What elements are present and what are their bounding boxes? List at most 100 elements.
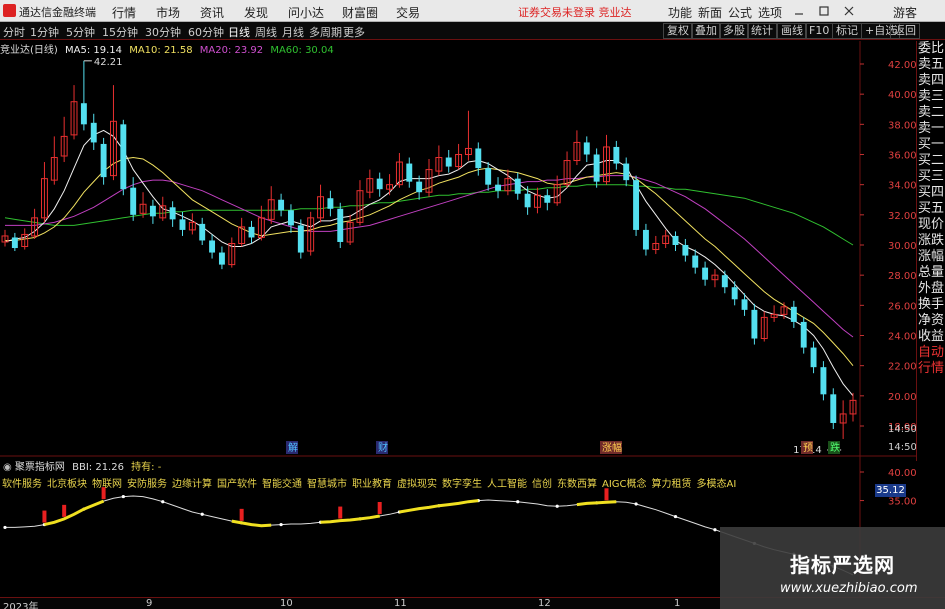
side-panel-item[interactable]: 委比 <box>917 41 945 57</box>
concept-tag[interactable]: 边缘计算 <box>172 479 212 490</box>
indicator-title[interactable]: 聚票指标网 <box>15 462 65 473</box>
side-panel-item[interactable]: 买一 <box>917 137 945 153</box>
watermark-title: 指标严选网 <box>790 553 895 577</box>
side-panel-item[interactable]: 卖二 <box>917 105 945 121</box>
concept-tag[interactable]: 虚拟现实 <box>397 479 437 490</box>
side-panel-item[interactable]: 现价 <box>917 217 945 233</box>
event-marker: 解 <box>288 441 298 454</box>
bbi-up-segment <box>320 514 380 524</box>
candle-body <box>692 255 699 268</box>
side-panel-item[interactable]: 外盘 <box>917 281 945 297</box>
concept-tag[interactable]: 北京板块 <box>47 479 87 490</box>
date-label: 10 <box>280 598 293 609</box>
price-tick-label: 26.00 <box>888 301 917 312</box>
candle-body <box>90 122 97 143</box>
candle-body <box>593 154 600 182</box>
bbi-current-badge: 35.12 <box>875 484 906 497</box>
concept-tag[interactable]: 国产软件 <box>217 479 257 490</box>
price-tick-label: 34.00 <box>888 181 917 192</box>
concept-tag[interactable]: 东数西算 <box>557 479 597 490</box>
price-tick-label: 40.00 <box>888 90 917 101</box>
candle-body <box>416 181 423 193</box>
side-panel-item[interactable]: 买五 <box>917 201 945 217</box>
candle-body <box>721 275 728 288</box>
candle-body <box>218 252 225 265</box>
hold-status: 持有: - <box>131 462 162 473</box>
candle-body <box>544 195 551 203</box>
bbi-up-segment <box>44 499 105 527</box>
bbi-dot <box>555 504 559 508</box>
candle-body <box>149 205 156 217</box>
side-panel-item[interactable]: 涨跌 <box>917 233 945 249</box>
quote-side-panel: 委比 卖五 卖四 卖三 卖二 卖一 买一 买二 买三 买四 买五 现价 涨跌 涨幅 总量 外盘 换手 净资 收益 自动… <box>916 41 945 461</box>
candle-body <box>731 287 738 300</box>
candle-body <box>485 168 492 185</box>
candle-body <box>702 267 709 280</box>
candle-body <box>810 347 817 368</box>
side-panel-item[interactable]: 换手 <box>917 297 945 313</box>
date-label: 1 <box>674 598 681 609</box>
concept-tag[interactable]: 数字孪生 <box>442 479 482 490</box>
price-tick-label: 30.00 <box>888 241 917 252</box>
candle-body <box>623 163 630 181</box>
event-marker: 财 <box>378 441 388 454</box>
side-panel-item[interactable]: 收益 <box>917 329 945 345</box>
high-price-label: 42.21 <box>94 57 123 68</box>
side-panel-item[interactable]: 卖三 <box>917 89 945 105</box>
candle-body <box>751 309 758 339</box>
price-tick-label: 38.00 <box>888 120 917 131</box>
buy-signal-bar <box>338 506 343 519</box>
concept-tag[interactable]: 信创 <box>532 479 552 490</box>
concept-tags: 软件服务 北京板块 物联网 安防服务 边缘计算 国产软件 智能交通 智慧城市 职业教育 虚拟现实数… <box>2 475 741 490</box>
side-panel-item[interactable]: 卖四 <box>917 73 945 89</box>
candle-body <box>633 180 640 230</box>
candle-body <box>169 207 176 220</box>
buy-signal-bar <box>42 510 47 523</box>
side-panel-item[interactable]: 卖一 <box>917 121 945 137</box>
candle-body <box>130 187 137 215</box>
concept-tag[interactable]: 人工智能 <box>487 479 527 490</box>
bbi-dot <box>279 522 283 527</box>
indicator-header: ◉ 聚票指标网 BBI: 21.26 持有: - <box>0 458 945 473</box>
candle-body <box>376 178 383 190</box>
candle-body <box>642 229 649 250</box>
price-tick-label: 32.00 <box>888 211 917 222</box>
side-panel-item[interactable]: 行情 <box>917 361 945 377</box>
watermark: 指标严选网 www.xuezhibiao.com <box>720 527 945 609</box>
candle-body <box>800 321 807 348</box>
bbi-dot <box>3 525 7 530</box>
bbi-up-segment <box>399 499 479 514</box>
buy-signal-bar <box>377 502 382 514</box>
concept-tag[interactable]: 职业教育 <box>352 479 392 490</box>
eye-icon[interactable]: ◉ <box>3 462 12 473</box>
event-marker: 涨幅 <box>602 441 622 454</box>
side-panel-item[interactable]: 买四 <box>917 185 945 201</box>
side-panel-item[interactable]: 净资 <box>917 313 945 329</box>
candle-body <box>278 199 285 211</box>
price-tick-label: 20.00 <box>888 392 917 403</box>
bbi-up-segment <box>231 519 272 528</box>
concept-tag[interactable]: 算力租赁 <box>652 479 692 490</box>
candle-body <box>445 157 452 167</box>
concept-tag[interactable]: AIGC概念 <box>602 479 647 490</box>
concept-tag[interactable]: 软件服务 <box>2 479 42 490</box>
side-panel-item[interactable]: 总量 <box>917 265 945 281</box>
candle-body <box>475 148 482 169</box>
concept-tag[interactable]: 物联网 <box>92 479 122 490</box>
concept-tag[interactable]: 安防服务 <box>127 479 167 490</box>
side-panel-item[interactable]: 卖五 <box>917 57 945 73</box>
concept-tag[interactable]: 智能交通 <box>262 479 302 490</box>
event-marker: 预 <box>803 442 813 454</box>
candle-body <box>583 142 590 155</box>
side-panel-item[interactable]: 买二 <box>917 153 945 169</box>
side-panel-item[interactable]: 买三 <box>917 169 945 185</box>
side-panel-item[interactable]: 涨幅 <box>917 249 945 265</box>
side-panel-item[interactable]: 自动 <box>917 345 945 361</box>
concept-tag[interactable]: 智慧城市 <box>307 479 347 490</box>
candlestick-chart[interactable]: 42.00 40.00 38.00 36.00 34.00 32.00 30.00 28.00… <box>0 0 945 609</box>
candle-body <box>406 163 413 182</box>
candle-body <box>830 394 837 423</box>
candle-body <box>287 210 294 226</box>
buy-signal-bar <box>604 488 609 501</box>
concept-tag[interactable]: 多模态AI <box>697 479 737 490</box>
